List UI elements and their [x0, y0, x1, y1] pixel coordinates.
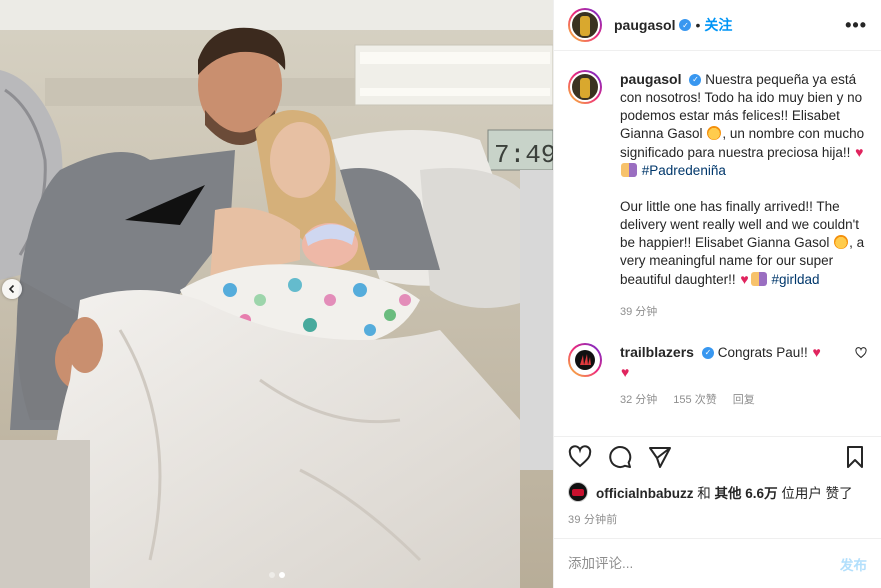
post-side-panel: paugasol ✓ • 关注 ••• paugasol ✓ Nuestra pe…: [553, 0, 881, 588]
header-separator: •: [695, 17, 701, 33]
author-username[interactable]: paugasol: [614, 17, 675, 33]
liker-username[interactable]: officialnbabuzz: [596, 486, 694, 501]
hashtag-padredenina[interactable]: #Padredeniña: [642, 163, 726, 178]
star-struck-emoji-icon: [707, 126, 722, 140]
trailblazers-logo-icon: [575, 350, 595, 370]
verified-badge-icon: ✓: [701, 347, 714, 360]
add-comment-bar: 发布: [554, 538, 881, 588]
carousel-indicator: [0, 572, 553, 578]
chevron-left-icon: [8, 284, 15, 294]
red-heart-emoji-icon: ♥: [855, 144, 864, 160]
like-heart-icon[interactable]: [568, 444, 592, 469]
comment-time[interactable]: 32 分钟: [620, 391, 657, 409]
comments-section[interactable]: paugasol ✓ Nuestra pequeña ya está con no…: [554, 52, 881, 432]
likes-connector: 和: [697, 486, 711, 501]
verified-badge-icon: ✓: [689, 74, 702, 87]
comment-item: trailblazers ✓ Congrats Pau!! ♥ ♥ 32 分钟 1…: [568, 343, 867, 409]
caption-username[interactable]: paugasol: [620, 71, 681, 87]
add-comment-input[interactable]: [568, 556, 840, 571]
hospital-photo: 7:49: [0, 0, 553, 588]
family-emoji-icon: [750, 272, 767, 286]
likes-suffix: 位用户 赞了: [781, 486, 853, 501]
previous-photo-button[interactable]: [2, 279, 22, 299]
verified-badge-icon: ✓: [679, 19, 692, 31]
share-send-icon[interactable]: [648, 445, 672, 469]
likes-count[interactable]: 6.6万: [745, 486, 777, 501]
post-header: paugasol ✓ • 关注 •••: [554, 0, 881, 51]
caption-text-en-1: Our little one has finally arrived!! The…: [620, 199, 859, 250]
comment-bubble-icon[interactable]: [608, 445, 632, 469]
hashtag-girldad[interactable]: #girldad: [771, 272, 819, 287]
red-heart-emoji-icon: ♥: [740, 271, 749, 287]
comment-text: Congrats Pau!!: [717, 345, 808, 360]
caption-time[interactable]: 39 分钟: [620, 303, 867, 321]
comment-like-heart-icon[interactable]: [855, 347, 867, 359]
comment-meta: 32 分钟 155 次赞 回复: [620, 391, 847, 409]
post-dialog: 7:49 paugasol ✓ • 关注 ••• paugasol ✓ Nues…: [0, 0, 881, 588]
commenter-avatar[interactable]: [568, 343, 602, 377]
red-heart-emoji-icon: ♥: [812, 344, 821, 360]
likes-others-prefix[interactable]: 其他: [715, 486, 742, 501]
post-photo[interactable]: 7:49: [0, 0, 553, 588]
carousel-dot: [268, 572, 275, 578]
bookmark-icon[interactable]: [843, 445, 867, 469]
more-options-icon[interactable]: •••: [845, 15, 867, 36]
svg-text:7:49: 7:49: [494, 140, 553, 170]
likes-summary: officialnbabuzz 和 其他 6.6万 位用户 赞了: [568, 482, 867, 502]
star-struck-emoji-icon: [834, 235, 849, 249]
caption-avatar[interactable]: [568, 70, 602, 104]
red-heart-emoji-icon: ♥: [621, 364, 630, 380]
comment-reply-button[interactable]: 回复: [733, 391, 755, 409]
author-avatar[interactable]: [568, 8, 602, 42]
caption: paugasol ✓ Nuestra pequeña ya está con no…: [568, 70, 867, 321]
carousel-dot-active: [278, 572, 285, 578]
family-emoji-icon: [621, 163, 637, 177]
post-timestamp[interactable]: 39 分钟前: [568, 511, 618, 527]
liker-avatar[interactable]: [568, 482, 588, 502]
follow-button[interactable]: 关注: [704, 15, 732, 35]
post-comment-button[interactable]: 发布: [840, 554, 867, 574]
post-actions-bar: [554, 436, 881, 476]
commenter-username[interactable]: trailblazers: [620, 344, 694, 360]
comment-likes[interactable]: 155 次赞: [673, 391, 716, 409]
